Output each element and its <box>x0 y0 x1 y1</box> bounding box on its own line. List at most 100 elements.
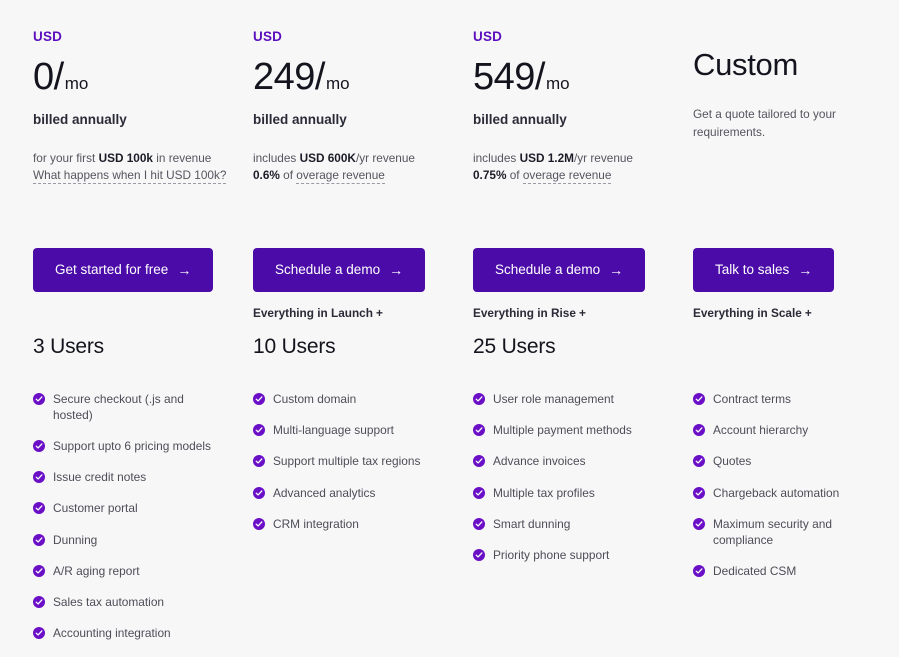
plan-amount: 249 <box>253 58 315 96</box>
everything-in-label: Everything in Rise+ <box>473 308 693 322</box>
check-circle-icon <box>33 565 45 577</box>
list-item: Smart dunning <box>473 517 693 533</box>
plan-amount-slash: / <box>535 58 545 96</box>
plan-price-block: USD 549/mo billed annually includes USD … <box>473 0 693 248</box>
feature-label: Issue credit notes <box>53 470 146 486</box>
feature-list: Custom domain Multi-language support Sup… <box>253 392 473 533</box>
schedule-a-demo-button[interactable]: Schedule a demo → <box>253 248 425 292</box>
cta-label: Talk to sales <box>715 263 789 277</box>
plan-tooltip-link[interactable]: overage revenue <box>523 168 612 184</box>
plan-features-block: 3 Users Secure checkout (.js and hosted)… <box>33 292 253 642</box>
check-circle-icon <box>253 424 265 436</box>
list-item: CRM integration <box>253 517 473 533</box>
check-circle-icon <box>693 455 705 467</box>
plan-note-pre: for your first <box>33 151 99 165</box>
check-circle-icon <box>253 487 265 499</box>
plan-billing-cycle: billed annually <box>473 112 693 128</box>
check-circle-icon <box>33 534 45 546</box>
schedule-a-demo-button[interactable]: Schedule a demo → <box>473 248 645 292</box>
check-circle-icon <box>693 424 705 436</box>
check-circle-icon <box>33 393 45 405</box>
list-item: Dunning <box>33 533 253 549</box>
cta-label: Get started for free <box>55 263 168 277</box>
feature-label: Advance invoices <box>493 454 586 470</box>
plan-note-connector: of <box>506 168 522 182</box>
check-circle-icon <box>473 424 485 436</box>
everything-in-text: Everything in Rise <box>473 306 576 320</box>
plan-note-line-1: for your first USD 100k in revenue <box>33 150 253 168</box>
list-item: Account hierarchy <box>693 423 899 439</box>
feature-label: Secure checkout (.js and hosted) <box>53 392 213 423</box>
check-circle-icon <box>473 518 485 530</box>
plan-amount: 0 <box>33 58 54 96</box>
feature-label: Multiple tax profiles <box>493 486 595 502</box>
list-item: Issue credit notes <box>33 470 253 486</box>
feature-list: Contract terms Account hierarchy Quotes … <box>693 392 899 579</box>
plan-note: Get a quote tailored to your requirement… <box>693 106 899 141</box>
plan-amount: 549 <box>473 58 535 96</box>
list-item: Support multiple tax regions <box>253 454 473 470</box>
plan-amount-row: 549/mo <box>473 58 693 98</box>
list-item: Multiple payment methods <box>473 423 693 439</box>
plan-note-line-2: 0.75% of overage revenue <box>473 167 693 185</box>
list-item: Dedicated CSM <box>693 564 899 580</box>
cta-label: Schedule a demo <box>275 263 380 277</box>
list-item: Customer portal <box>33 501 253 517</box>
feature-list: User role management Multiple payment me… <box>473 392 693 564</box>
plan-note-post: /yr revenue <box>356 151 415 165</box>
list-item: Advanced analytics <box>253 486 473 502</box>
plan-user-count: 10 Users <box>253 336 473 362</box>
plan-note-connector: of <box>280 168 296 182</box>
plan-column-custom: Custom Get a quote tailored to your requ… <box>693 0 899 657</box>
list-item: A/R aging report <box>33 564 253 580</box>
check-circle-icon <box>33 440 45 452</box>
plan-billing-cycle: billed annually <box>253 112 473 128</box>
cta-label: Schedule a demo <box>495 263 600 277</box>
list-item: Support upto 6 pricing models <box>33 439 253 455</box>
feature-label: CRM integration <box>273 517 359 533</box>
check-circle-icon <box>33 471 45 483</box>
plan-price-block: USD 0/mo billed annually for your first … <box>33 0 253 248</box>
plan-note-line-1: includes USD 600K/yr revenue <box>253 150 473 168</box>
everything-in-text: Everything in Launch <box>253 306 373 320</box>
feature-label: Dedicated CSM <box>713 564 796 580</box>
plan-note: for your first USD 100k in revenue What … <box>33 150 253 185</box>
plan-amount-row: 0/mo <box>33 58 253 98</box>
check-circle-icon <box>473 393 485 405</box>
feature-label: Dunning <box>53 533 97 549</box>
plan-column-launch: USD 0/mo billed annually for your first … <box>33 0 253 657</box>
plan-amount-slash: / <box>54 58 64 96</box>
plus-icon: + <box>579 306 586 320</box>
feature-label: Smart dunning <box>493 517 570 533</box>
feature-label: Account hierarchy <box>713 423 808 439</box>
feature-label: A/R aging report <box>53 564 140 580</box>
get-started-for-free-button[interactable]: Get started for free → <box>33 248 213 292</box>
feature-label: Sales tax automation <box>53 595 164 611</box>
plan-column-rise: USD 249/mo billed annually includes USD … <box>253 0 473 657</box>
feature-label: User role management <box>493 392 614 408</box>
plan-billing-cycle: billed annually <box>33 112 253 128</box>
plan-note-highlight: USD 100k <box>99 151 153 165</box>
plan-note-line-1: includes USD 1.2M/yr revenue <box>473 150 693 168</box>
plan-price-block: USD 249/mo billed annually includes USD … <box>253 0 473 248</box>
plan-features-block: Everything in Scale+ Contract terms Acco… <box>693 292 899 579</box>
plan-note-line-1: Get a quote tailored to your requirement… <box>693 106 868 141</box>
feature-label: Multi-language support <box>273 423 394 439</box>
list-item: Chargeback automation <box>693 486 899 502</box>
plus-icon: + <box>805 306 812 320</box>
feature-label: Quotes <box>713 454 751 470</box>
check-circle-icon <box>693 518 705 530</box>
feature-label: Multiple payment methods <box>493 423 632 439</box>
plan-features-block: Everything in Launch+ 10 Users Custom do… <box>253 292 473 533</box>
plan-tooltip-link[interactable]: What happens when I hit USD 100k? <box>33 168 226 184</box>
plan-tooltip-link[interactable]: overage revenue <box>296 168 385 184</box>
list-item: Advance invoices <box>473 454 693 470</box>
check-circle-icon <box>473 549 485 561</box>
talk-to-sales-button[interactable]: Talk to sales → <box>693 248 834 292</box>
check-circle-icon <box>473 455 485 467</box>
check-circle-icon <box>693 487 705 499</box>
everything-in-label: Everything in Launch+ <box>253 308 473 322</box>
plan-period: mo <box>546 75 570 92</box>
check-circle-icon <box>253 518 265 530</box>
feature-label: Maximum security and compliance <box>713 517 873 548</box>
